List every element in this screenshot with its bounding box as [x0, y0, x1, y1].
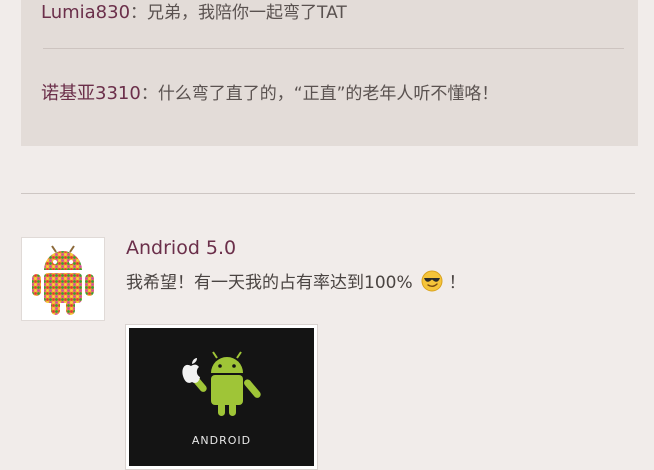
- quoted-comment: Lumia830：兄弟，我陪你一起弯了TAT: [41, 0, 347, 23]
- comment-separator: ：: [140, 84, 158, 104]
- quoted-comment: 诺基亚3310：什么弯了直了的，“正直”的老年人听不懂咯！: [41, 79, 498, 105]
- post-text-main: 我希望！有一天我的占有率达到100%: [126, 273, 413, 293]
- comment-author-link[interactable]: Lumia830: [41, 2, 130, 23]
- comment-text: 兄弟，我陪你一起弯了TAT: [147, 3, 347, 23]
- comment-separator: ：: [130, 3, 148, 23]
- android-eating-apple-icon: [182, 351, 261, 416]
- avatar[interactable]: [21, 237, 105, 321]
- post-author-link[interactable]: Andriod 5.0: [126, 237, 236, 259]
- cool-sunglasses-emoji-icon: [421, 270, 443, 292]
- comment-author-link[interactable]: 诺基亚3310: [41, 83, 141, 104]
- post-image[interactable]: ANDROID: [125, 324, 318, 470]
- quoted-comments-box: Lumia830：兄弟，我陪你一起弯了TAT 诺基亚3310：什么弯了直了的，“…: [21, 0, 638, 146]
- post-text-end: ！: [448, 273, 466, 293]
- comment-text: 什么弯了直了的，“正直”的老年人听不懂咯！: [157, 84, 499, 104]
- android-candy-avatar-icon: [32, 245, 94, 315]
- android-apple-image: ANDROID: [129, 328, 314, 466]
- android-wordmark: ANDROID: [191, 434, 252, 447]
- comment-divider: [43, 48, 624, 49]
- post-text: 我希望！有一天我的占有率达到100% ！: [126, 268, 466, 293]
- section-divider: [21, 193, 635, 194]
